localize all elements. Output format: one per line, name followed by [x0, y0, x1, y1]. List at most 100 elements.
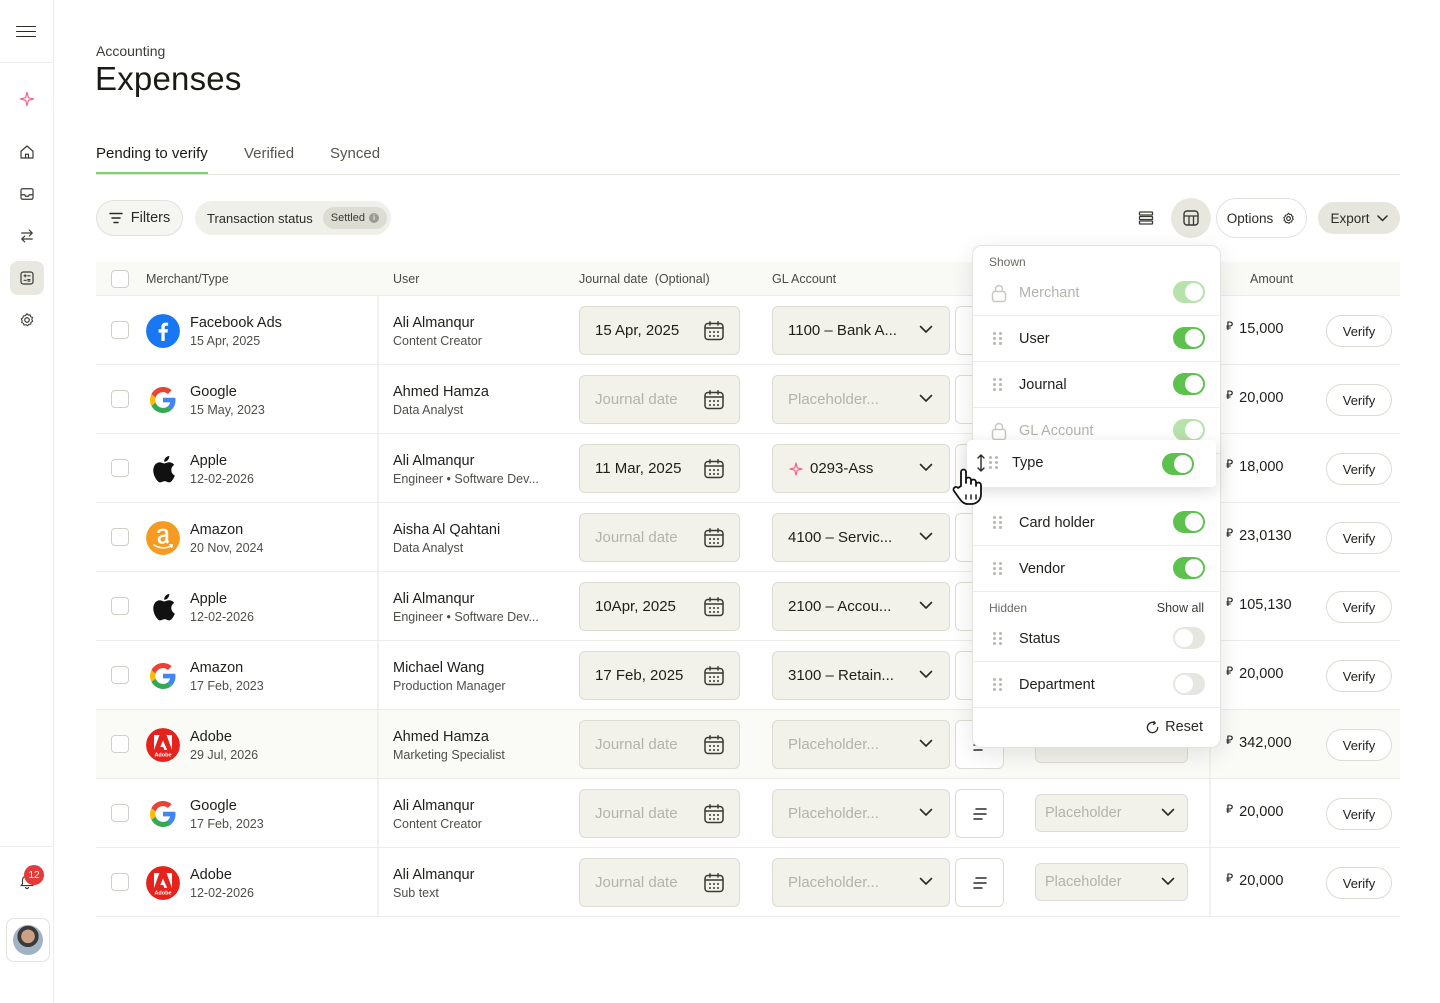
verify-button[interactable]: Verify	[1326, 798, 1392, 830]
journal-date-input[interactable]: 15 Apr, 2025	[579, 306, 740, 355]
gl-account-select[interactable]: Placeholder...	[772, 375, 950, 424]
google-icon	[146, 659, 180, 693]
dragging-column-toggle[interactable]	[1162, 453, 1194, 475]
journal-date-input[interactable]: 17 Feb, 2025	[579, 651, 740, 700]
header-gl-account[interactable]: GL Account	[772, 272, 836, 286]
verify-button[interactable]: Verify	[1326, 660, 1392, 692]
type-button[interactable]	[955, 858, 1004, 907]
column-item-vendor[interactable]: Vendor	[973, 546, 1222, 592]
column-visibility-toggle[interactable]	[1173, 511, 1205, 533]
journal-date-input[interactable]: 10Apr, 2025	[579, 582, 740, 631]
journal-date-input[interactable]: Journal date	[579, 513, 740, 562]
table-view-button[interactable]	[1171, 198, 1211, 238]
drag-handle-icon[interactable]	[993, 678, 1005, 692]
breadcrumb[interactable]: Accounting	[96, 43, 165, 59]
journal-date-input[interactable]: 11 Mar, 2025	[579, 444, 740, 493]
hand-cursor-icon	[952, 468, 982, 505]
accounting-icon[interactable]	[10, 261, 44, 295]
row-checkbox[interactable]	[111, 735, 129, 753]
transaction-date: 29 Jul, 2026	[190, 748, 259, 762]
export-button[interactable]: Export	[1318, 202, 1400, 234]
column-item-label: Status	[1019, 631, 1061, 647]
column-visibility-toggle[interactable]	[1173, 673, 1205, 695]
column-item-status[interactable]: Status	[973, 616, 1222, 662]
journal-date-input[interactable]: Journal date	[579, 858, 740, 907]
column-visibility-toggle[interactable]	[1173, 627, 1205, 649]
verify-button[interactable]: Verify	[1326, 315, 1392, 347]
gl-account-select[interactable]: Placeholder...	[772, 858, 950, 907]
drag-handle-icon[interactable]	[993, 516, 1005, 530]
column-separator	[377, 710, 379, 778]
ai-sparkle-icon[interactable]	[10, 82, 44, 116]
row-checkbox[interactable]	[111, 666, 129, 684]
column-item-card-holder[interactable]: Card holder	[973, 500, 1222, 546]
tab-synced[interactable]: Synced	[330, 145, 380, 172]
filters-button[interactable]: Filters	[96, 200, 183, 236]
dragging-column-item[interactable]: Type	[967, 440, 1216, 487]
drag-handle-icon[interactable]	[993, 562, 1005, 576]
vendor-select[interactable]: Placeholder	[1035, 794, 1188, 832]
verify-button[interactable]: Verify	[1326, 867, 1392, 899]
transaction-date: 17 Feb, 2023	[190, 817, 264, 831]
type-button[interactable]	[955, 789, 1004, 838]
header-amount[interactable]: Amount	[1250, 272, 1293, 286]
show-all-link[interactable]: Show all	[1157, 601, 1204, 615]
journal-date-input[interactable]: Journal date	[579, 789, 740, 838]
row-checkbox[interactable]	[111, 597, 129, 615]
settings-icon[interactable]	[10, 303, 44, 337]
column-visibility-toggle[interactable]	[1173, 373, 1205, 395]
verify-button[interactable]: Verify	[1326, 522, 1392, 554]
drag-handle-icon[interactable]	[993, 632, 1005, 646]
column-item-user[interactable]: User	[973, 316, 1222, 362]
gl-account-select[interactable]: 1100 – Bank A...	[772, 306, 950, 355]
header-journal-date[interactable]: Journal date (Optional)	[579, 272, 710, 286]
verify-button[interactable]: Verify	[1326, 591, 1392, 623]
row-checkbox[interactable]	[111, 873, 129, 891]
verify-button[interactable]: Verify	[1326, 453, 1392, 485]
transaction-status-chip[interactable]: Transaction status Settled i	[195, 201, 391, 235]
row-checkbox[interactable]	[111, 804, 129, 822]
journal-date-input[interactable]: Journal date	[579, 375, 740, 424]
header-user[interactable]: User	[393, 272, 419, 286]
row-checkbox[interactable]	[111, 321, 129, 339]
drag-handle-icon[interactable]	[993, 332, 1005, 346]
reset-button[interactable]: Reset	[1145, 719, 1203, 735]
column-visibility-toggle[interactable]	[1173, 557, 1205, 579]
gl-account-select[interactable]: 0293-Ass	[772, 444, 950, 493]
column-item-merchant[interactable]: Merchant	[973, 270, 1222, 316]
verify-button[interactable]: Verify	[1326, 729, 1392, 761]
table-row[interactable]: Google 17 Feb, 2023 Ali Almanqur Content Cr…	[96, 779, 1400, 848]
gl-account-select[interactable]: Placeholder...	[772, 720, 950, 769]
row-checkbox[interactable]	[111, 528, 129, 546]
column-item-department[interactable]: Department	[973, 662, 1222, 708]
gl-account-select[interactable]: 3100 – Retain...	[772, 651, 950, 700]
home-icon[interactable]	[10, 135, 44, 169]
drag-handle-icon[interactable]	[989, 456, 1001, 470]
verify-button[interactable]: Verify	[1326, 384, 1392, 416]
menu-icon[interactable]	[16, 22, 36, 40]
dragging-column-label: Type	[1012, 455, 1044, 471]
inbox-icon[interactable]	[10, 177, 44, 211]
gl-account-value: 3100 – Retain...	[788, 667, 894, 684]
user-avatar-button[interactable]	[6, 918, 50, 962]
options-button[interactable]: Options	[1216, 198, 1307, 238]
vendor-select[interactable]: Placeholder	[1035, 863, 1188, 901]
currency-icon: ⃁	[1226, 457, 1234, 471]
gl-account-select[interactable]: Placeholder...	[772, 789, 950, 838]
table-row[interactable]: Adobe Adobe 12-02-2026 Ali Almanqur Sub text…	[96, 848, 1400, 917]
row-checkbox[interactable]	[111, 459, 129, 477]
row-checkbox[interactable]	[111, 390, 129, 408]
tab-pending-to-verify[interactable]: Pending to verify	[96, 145, 208, 174]
column-visibility-toggle[interactable]	[1173, 327, 1205, 349]
gl-account-select[interactable]: 2100 – Accou...	[772, 582, 950, 631]
tab-verified[interactable]: Verified	[244, 145, 294, 172]
journal-date-input[interactable]: Journal date	[579, 720, 740, 769]
header-merchant[interactable]: Merchant/Type	[146, 272, 229, 286]
gl-account-select[interactable]: 4100 – Servic...	[772, 513, 950, 562]
list-view-button[interactable]	[1128, 200, 1164, 236]
select-all-checkbox[interactable]	[111, 270, 129, 288]
column-item-journal[interactable]: Journal	[973, 362, 1222, 408]
drag-handle-icon[interactable]	[993, 378, 1005, 392]
transfer-icon[interactable]	[10, 219, 44, 253]
currency-icon: ⃁	[1226, 733, 1234, 747]
